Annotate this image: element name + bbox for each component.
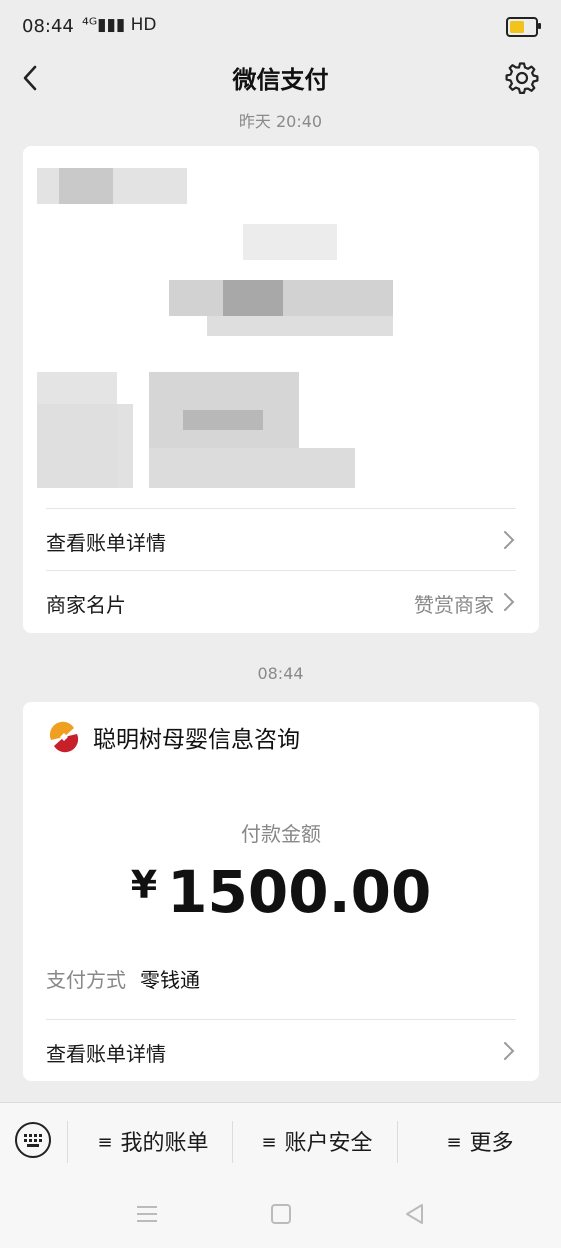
gear-icon[interactable] bbox=[504, 60, 540, 96]
merchant-card-label: 商家名片 bbox=[46, 593, 126, 617]
chevron-right-icon bbox=[502, 1040, 516, 1062]
blur-block bbox=[243, 224, 337, 260]
pay-method-label: 支付方式 bbox=[46, 968, 126, 992]
blur-block bbox=[59, 168, 113, 204]
currency-symbol: ¥ bbox=[130, 863, 158, 907]
blur-block bbox=[183, 410, 263, 430]
status-bar: 08:44 ⁴ᴳ▮▮▮ HD bbox=[0, 0, 561, 56]
menu-label: 我的账单 bbox=[120, 1131, 209, 1156]
message-timestamp: 昨天 20:40 bbox=[238, 112, 323, 131]
payment-card: 聪明树母婴信息咨询 付款金额 ¥1500.00 支付方式 零钱通 查看账单详情 bbox=[23, 702, 539, 1081]
tip-merchant-label: 赞赏商家 bbox=[414, 593, 494, 617]
home-icon[interactable] bbox=[268, 1202, 294, 1226]
menu-divider bbox=[397, 1121, 398, 1163]
bill-detail-row[interactable]: 查看账单详情 bbox=[46, 1019, 516, 1082]
blur-block bbox=[37, 404, 133, 488]
network-indicator: ⁴ᴳ▮▮▮ HD bbox=[82, 15, 157, 35]
payment-amount: ¥1500.00 bbox=[23, 858, 539, 926]
menu-lines-icon: ≡ bbox=[97, 1132, 113, 1153]
menu-icon[interactable] bbox=[134, 1202, 160, 1226]
chevron-right-icon bbox=[502, 591, 516, 613]
nav-bar: 微信支付 bbox=[0, 56, 561, 100]
status-time: 08:44 bbox=[22, 16, 74, 37]
keyboard-icon[interactable] bbox=[14, 1121, 52, 1159]
service-menu-bar: ≡ 我的账单 ≡ 账户安全 ≡ 更多 bbox=[0, 1102, 561, 1179]
battery-icon bbox=[506, 17, 541, 37]
bill-detail-label: 查看账单详情 bbox=[46, 531, 166, 555]
blur-block bbox=[149, 448, 355, 488]
merchant-name: 聪明树母婴信息咨询 bbox=[93, 727, 300, 753]
pay-method-row: 支付方式 零钱通 bbox=[46, 964, 200, 993]
blur-block bbox=[207, 316, 393, 336]
message-timestamp: 08:44 bbox=[257, 664, 304, 683]
amount-value: 1500.00 bbox=[167, 858, 432, 926]
blurred-content bbox=[23, 146, 539, 516]
page-title: 微信支付 bbox=[232, 66, 329, 94]
menu-lines-icon: ≡ bbox=[261, 1132, 277, 1153]
amount-label: 付款金额 bbox=[241, 822, 321, 846]
battery-cap bbox=[538, 23, 541, 29]
menu-account-security[interactable]: ≡ 账户安全 bbox=[256, 1125, 378, 1157]
menu-divider bbox=[232, 1121, 233, 1163]
menu-divider bbox=[67, 1121, 68, 1163]
chevron-right-icon bbox=[502, 529, 516, 551]
menu-label: 账户安全 bbox=[284, 1131, 373, 1156]
menu-my-bills[interactable]: ≡ 我的账单 bbox=[92, 1125, 214, 1157]
merchant-card-row[interactable]: 商家名片 赞赏商家 bbox=[46, 570, 516, 633]
bill-detail-label: 查看账单详情 bbox=[46, 1042, 166, 1066]
battery-fill bbox=[510, 21, 524, 33]
menu-lines-icon: ≡ bbox=[446, 1132, 462, 1153]
payment-card-blurred: 查看账单详情 商家名片 赞赏商家 bbox=[23, 146, 539, 633]
pay-method-value: 零钱通 bbox=[140, 968, 200, 992]
back-triangle-icon[interactable] bbox=[402, 1202, 428, 1226]
menu-label: 更多 bbox=[469, 1131, 514, 1156]
blur-block bbox=[223, 280, 283, 316]
merchant-logo-icon bbox=[47, 720, 81, 754]
system-nav-bar bbox=[0, 1178, 561, 1248]
menu-more[interactable]: ≡ 更多 bbox=[440, 1125, 520, 1157]
bill-detail-row[interactable]: 查看账单详情 bbox=[46, 508, 516, 571]
